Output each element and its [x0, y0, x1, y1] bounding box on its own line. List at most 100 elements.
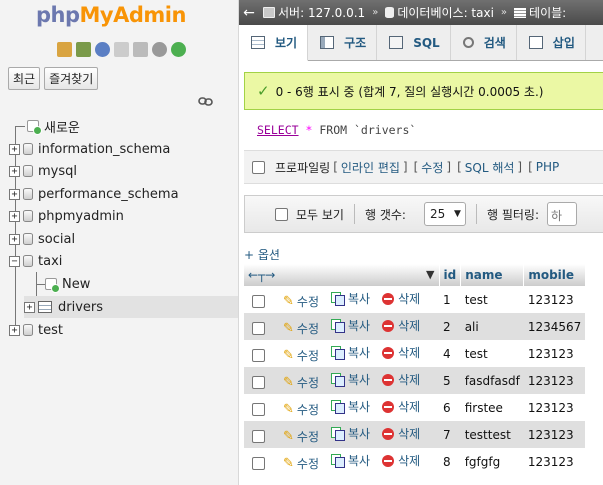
- cell-name[interactable]: testtest: [460, 421, 524, 448]
- expand-icon[interactable]: +: [9, 210, 20, 222]
- delete-button[interactable]: 삭제: [382, 398, 420, 415]
- cell-name[interactable]: fasdfasdf: [460, 367, 524, 394]
- row-checkbox[interactable]: [252, 375, 265, 389]
- delete-button[interactable]: 삭제: [382, 344, 420, 361]
- expand-icon[interactable]: +: [9, 324, 20, 336]
- tab-insert[interactable]: 삽입: [517, 25, 586, 60]
- row-checkbox[interactable]: [252, 456, 265, 470]
- cell-id[interactable]: 8: [439, 448, 461, 475]
- cell-mobile[interactable]: 123123: [523, 394, 586, 421]
- delete-button[interactable]: 삭제: [382, 452, 420, 469]
- sort-dropdown-icon[interactable]: ▼: [426, 268, 434, 281]
- copy-button[interactable]: 복사: [331, 317, 370, 334]
- rows-count-select[interactable]: 25 ▼: [423, 202, 466, 226]
- cell-name[interactable]: test: [460, 286, 524, 313]
- cell-id[interactable]: 7: [439, 421, 461, 448]
- edit-button[interactable]: ✎ 수정: [283, 293, 319, 310]
- copy-button[interactable]: 복사: [331, 452, 370, 469]
- sql-keyword-select[interactable]: SELECT: [257, 123, 299, 137]
- tree-item-new-database[interactable]: 새로운: [27, 115, 80, 137]
- row-checkbox[interactable]: [252, 294, 265, 308]
- breadcrumb-database[interactable]: 데이터베이스: taxi: [397, 4, 494, 21]
- cell-name[interactable]: fgfgfg: [460, 448, 524, 475]
- column-width-arrows[interactable]: ←┬→ ▼: [244, 264, 440, 286]
- tree-item-test[interactable]: + test: [9, 319, 63, 341]
- collapse-icon[interactable]: −: [9, 255, 20, 267]
- tree-item-information-schema[interactable]: + information_schema: [9, 138, 170, 160]
- expand-icon[interactable]: +: [9, 143, 20, 155]
- copy-button[interactable]: 복사: [331, 371, 370, 388]
- cell-name[interactable]: firstee: [460, 394, 524, 421]
- cell-id[interactable]: 2: [439, 313, 461, 340]
- tree-item-performance-schema[interactable]: + performance_schema: [9, 183, 179, 205]
- delete-button[interactable]: 삭제: [382, 371, 420, 388]
- copy-icon[interactable]: [133, 42, 148, 57]
- back-arrow-icon[interactable]: ←: [239, 5, 259, 21]
- column-header-name[interactable]: name: [460, 264, 525, 286]
- help-icon[interactable]: [95, 42, 110, 57]
- delete-button[interactable]: 삭제: [382, 425, 420, 442]
- breadcrumb-table[interactable]: 테이블:: [529, 4, 566, 21]
- cell-id[interactable]: 6: [439, 394, 461, 421]
- tree-item-drivers[interactable]: + drivers: [24, 296, 238, 318]
- edit-button[interactable]: ✎ 수정: [283, 320, 319, 337]
- tree-item-taxi[interactable]: − taxi: [9, 250, 62, 272]
- reload-icon[interactable]: [171, 42, 186, 57]
- cell-name[interactable]: test: [460, 340, 524, 367]
- tab-browse[interactable]: 보기: [239, 25, 309, 61]
- expand-icon[interactable]: +: [9, 188, 20, 200]
- row-checkbox[interactable]: [252, 402, 265, 416]
- column-header-mobile[interactable]: mobile: [523, 264, 586, 286]
- tree-item-taxi-new-table[interactable]: New: [45, 273, 90, 295]
- home-icon[interactable]: [57, 42, 72, 57]
- inline-edit-link[interactable]: 인라인 편집: [341, 159, 400, 176]
- copy-button[interactable]: 복사: [331, 425, 370, 442]
- cell-mobile[interactable]: 123123: [523, 286, 586, 313]
- cell-name[interactable]: ali: [460, 313, 524, 340]
- row-checkbox[interactable]: [252, 429, 265, 443]
- expand-icon[interactable]: +: [9, 165, 20, 177]
- tab-sql[interactable]: SQL: [377, 25, 451, 60]
- tree-item-phpmyadmin[interactable]: + phpmyadmin: [9, 205, 124, 227]
- docs-icon[interactable]: [114, 42, 129, 57]
- edit-button[interactable]: ✎ 수정: [283, 347, 319, 364]
- edit-query-link[interactable]: 수정: [421, 159, 443, 176]
- delete-button[interactable]: 삭제: [382, 290, 420, 307]
- gear-icon[interactable]: [152, 42, 167, 57]
- tab-search[interactable]: 검색: [451, 25, 517, 60]
- edit-button[interactable]: ✎ 수정: [283, 374, 319, 391]
- tree-item-social[interactable]: + social: [9, 228, 75, 250]
- explain-sql-link[interactable]: SQL 해석: [465, 159, 515, 176]
- cell-id[interactable]: 1: [439, 286, 461, 313]
- tree-item-mysql[interactable]: + mysql: [9, 160, 77, 182]
- edit-button[interactable]: ✎ 수정: [283, 455, 319, 472]
- row-checkbox[interactable]: [252, 321, 265, 335]
- tab-structure[interactable]: 구조: [308, 25, 378, 60]
- link-icon[interactable]: [198, 97, 213, 106]
- cell-id[interactable]: 4: [439, 340, 461, 367]
- cell-mobile[interactable]: 123123: [523, 367, 586, 394]
- expand-icon[interactable]: +: [24, 301, 35, 313]
- copy-button[interactable]: 복사: [331, 398, 370, 415]
- cell-id[interactable]: 5: [439, 367, 461, 394]
- cell-mobile[interactable]: 123123: [523, 421, 586, 448]
- copy-button[interactable]: 복사: [331, 290, 370, 307]
- recent-button[interactable]: 최근: [8, 67, 41, 90]
- profiling-checkbox[interactable]: [252, 160, 265, 174]
- expand-icon[interactable]: +: [9, 233, 20, 245]
- row-filter-input[interactable]: 하: [547, 202, 577, 226]
- favorites-button[interactable]: 즐겨찾기: [44, 67, 99, 90]
- phpmyadmin-logo[interactable]: phpMyAdmin: [36, 3, 186, 27]
- edit-button[interactable]: ✎ 수정: [283, 401, 319, 418]
- logout-icon[interactable]: [76, 42, 91, 57]
- create-php-link[interactable]: PHP: [536, 160, 560, 174]
- cell-mobile[interactable]: 123123: [523, 448, 586, 475]
- delete-button[interactable]: 삭제: [382, 317, 420, 334]
- cell-mobile[interactable]: 1234567: [523, 313, 586, 340]
- show-all-checkbox[interactable]: [275, 207, 288, 221]
- copy-button[interactable]: 복사: [331, 344, 370, 361]
- options-link[interactable]: + 옵션: [244, 246, 280, 263]
- column-header-id[interactable]: id: [439, 264, 462, 286]
- breadcrumb-server[interactable]: 서버: 127.0.0.1: [278, 4, 365, 21]
- edit-button[interactable]: ✎ 수정: [283, 428, 319, 445]
